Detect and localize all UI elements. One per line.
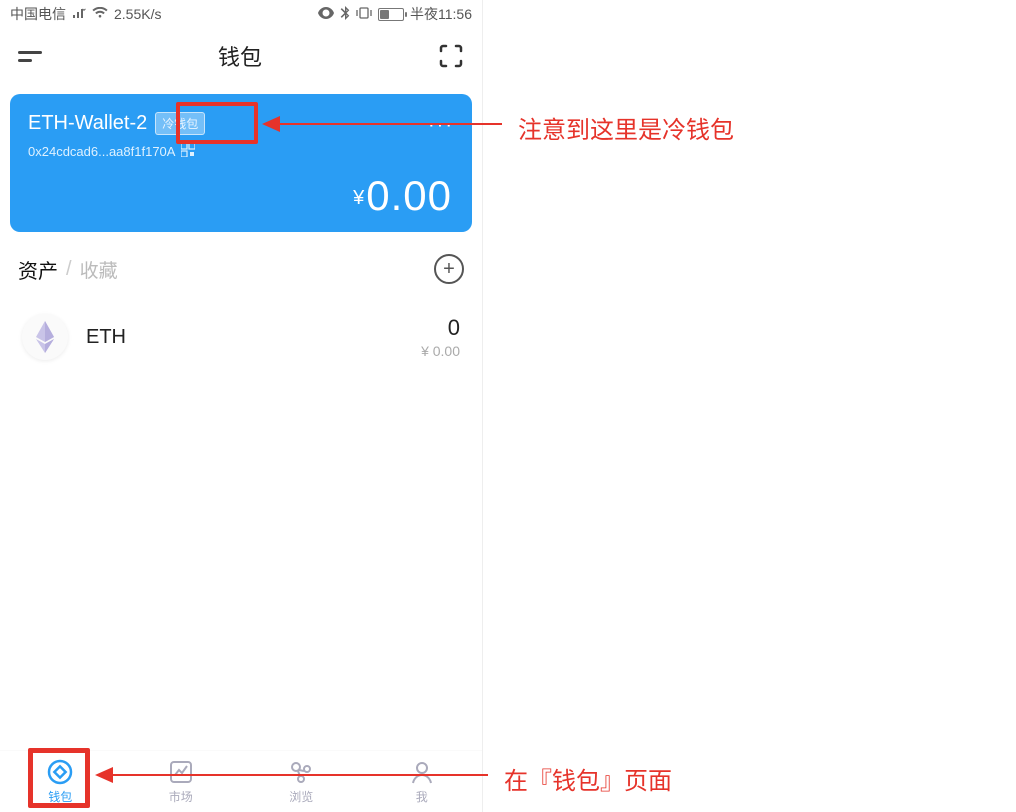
assets-header: 资产 / 收藏 + [0,232,482,284]
page-title: 钱包 [218,40,262,72]
annotation-arrow-head-1 [262,116,280,132]
asset-symbol: ETH [86,326,126,349]
wallet-balance: ¥ 0.00 [353,172,452,220]
wallet-more-button[interactable]: ··· [428,114,454,137]
me-tab-icon [408,758,436,786]
add-asset-button[interactable]: + [434,254,464,284]
eth-icon [22,314,68,360]
currency-symbol: ¥ [353,187,364,210]
annotation-text-cold-wallet: 注意到这里是冷钱包 [518,110,734,145]
network-speed: 2.55K/s [114,6,161,22]
eye-icon [318,6,334,22]
wallet-address: 0x24cdcad6...aa8f1f170A [28,144,175,159]
annotation-arrow-line-2 [113,774,488,776]
bluetooth-icon [340,6,350,23]
tab-me[interactable]: 我 [362,751,483,812]
market-tab-icon [167,758,195,786]
tab-market[interactable]: 市场 [121,751,242,812]
battery-icon [378,8,404,21]
tab-favorites[interactable]: 收藏 [80,256,118,283]
tab-separator: / [66,258,72,281]
tab-assets[interactable]: 资产 [18,255,58,284]
time-label: 半夜11:56 [410,4,472,24]
vibrate-icon [356,6,372,22]
tab-me-label: 我 [416,788,428,805]
tab-browse[interactable]: 浏览 [241,751,362,812]
status-bar: 中国电信 2.55K/s 半夜11:56 [0,0,482,28]
wifi-icon [92,6,108,22]
annotation-arrow-head-2 [95,767,113,783]
phone-screen: 中国电信 2.55K/s 半夜11:56 [0,0,483,812]
signal-icon [72,6,86,22]
annotation-arrow-line-1 [280,123,502,125]
annotation-highlight-badge [176,102,258,144]
app-header: 钱包 [0,28,482,84]
asset-quantity: 0 [421,315,460,341]
tab-browse-label: 浏览 [289,788,313,805]
browse-tab-icon [287,758,315,786]
annotation-text-wallet-page: 在『钱包』页面 [504,761,672,796]
wallet-name: ETH-Wallet-2 [28,112,147,135]
asset-row[interactable]: ETH 0 ¥ 0.00 [0,284,482,370]
menu-icon[interactable] [18,51,42,62]
annotation-highlight-tab [28,748,90,808]
qr-icon[interactable] [181,143,195,160]
asset-fiat: ¥ 0.00 [421,343,460,359]
carrier-label: 中国电信 [10,4,66,24]
balance-amount: 0.00 [366,172,452,220]
scan-icon[interactable] [438,43,464,69]
tab-market-label: 市场 [169,788,193,805]
